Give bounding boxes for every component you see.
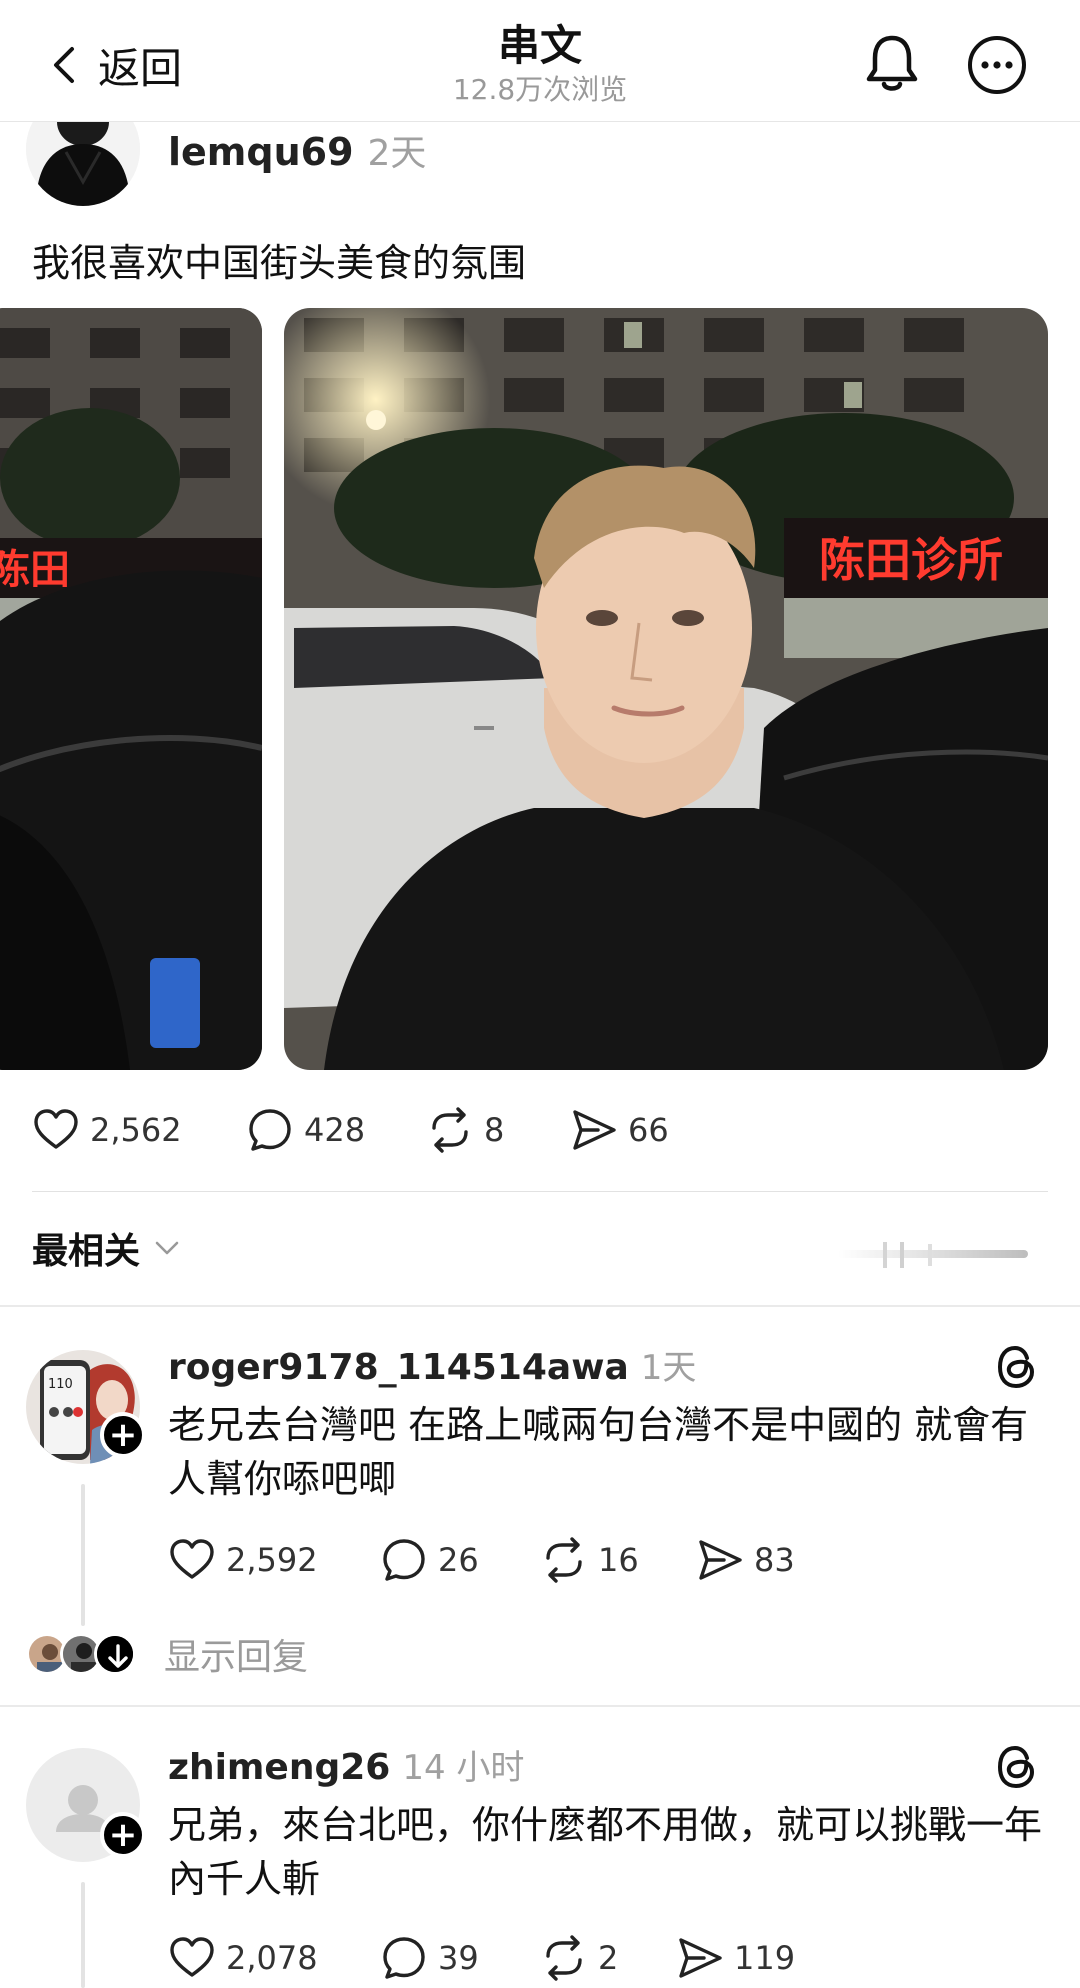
repost-button[interactable]: 2 — [540, 1934, 676, 1982]
thread-line — [81, 1882, 85, 1988]
share-button[interactable]: 66 — [570, 1106, 669, 1154]
heart-icon — [170, 1937, 214, 1977]
show-replies-row[interactable]: 显示回复 — [26, 1628, 308, 1680]
threads-logo-icon[interactable] — [994, 1342, 1040, 1392]
share-icon — [679, 1938, 722, 1978]
sort-label: 最相关 — [32, 1231, 141, 1272]
share-count: 83 — [754, 1541, 795, 1579]
post-username[interactable]: lemqu69 — [168, 130, 354, 174]
reply-user-row: zhimeng26 14 小时 — [168, 1740, 524, 1789]
neon-sign: 陈田诊所 — [819, 533, 1003, 587]
section-divider — [0, 1305, 1080, 1307]
comment-button[interactable]: 39 — [380, 1934, 540, 1982]
reply-username[interactable]: roger9178_114514awa — [168, 1347, 629, 1388]
plus-icon: + — [108, 1415, 138, 1455]
share-icon — [699, 1540, 742, 1580]
phone-badge-text: 110 — [48, 1377, 73, 1392]
back-label: 返回 — [98, 43, 183, 93]
reply-actions: 2,592 26 16 83 — [168, 1536, 795, 1584]
chevron-down-icon — [155, 1241, 179, 1255]
comment-count: 428 — [304, 1111, 366, 1149]
thread-line — [81, 1484, 85, 1626]
comment-icon — [383, 1539, 425, 1581]
follow-button[interactable]: + — [100, 1812, 146, 1858]
follow-button[interactable]: + — [100, 1412, 146, 1458]
reply-actions: 2,078 39 2 119 — [168, 1934, 795, 1982]
post-time: 2天 — [367, 133, 427, 174]
arrow-down-icon — [94, 1633, 136, 1675]
chevron-left-icon — [54, 47, 74, 83]
comment-icon — [383, 1937, 425, 1979]
reply-text: 兄弟，來台北吧，你什麼都不用做，就可以挑戰一年內千人斬 — [168, 1803, 1043, 1901]
share-icon — [573, 1110, 616, 1150]
more-icon[interactable] — [966, 34, 1028, 96]
reply-text: 老兄去台灣吧 在路上喊兩句台灣不是中國的 就會有人幫你㖭吧唧 — [168, 1403, 1029, 1501]
section-divider — [0, 1705, 1080, 1707]
divider — [32, 1191, 1048, 1192]
reply-time: 1天 — [640, 1348, 697, 1388]
comment-button[interactable]: 428 — [246, 1106, 426, 1154]
reply-user-row: roger9178_114514awa 1天 — [168, 1340, 696, 1389]
comment-button[interactable]: 26 — [380, 1536, 540, 1584]
reply-username[interactable]: zhimeng26 — [168, 1747, 390, 1788]
person-icon — [68, 1785, 98, 1815]
comment-icon — [249, 1109, 291, 1151]
heart-icon — [170, 1539, 214, 1579]
comment-count: 26 — [438, 1541, 479, 1579]
post-image-2[interactable]: 陈田诊所 — [284, 308, 1048, 1070]
bell-icon[interactable] — [862, 32, 922, 96]
like-count: 2,592 — [226, 1541, 318, 1579]
repost-icon — [546, 1537, 582, 1583]
like-count: 2,562 — [90, 1111, 182, 1149]
post-author-row: lemqu69 2天 — [168, 124, 426, 176]
threads-logo-icon[interactable] — [994, 1742, 1040, 1792]
post-actions: 2,562 428 8 66 — [32, 1106, 669, 1154]
share-count: 119 — [734, 1939, 796, 1977]
repost-button[interactable]: 8 — [426, 1106, 570, 1154]
back-button[interactable]: 返回 — [44, 30, 182, 100]
share-button[interactable]: 119 — [676, 1934, 795, 1982]
top-bar: 返回 串文 12.8万次浏览 — [0, 0, 1080, 122]
like-button[interactable]: 2,078 — [168, 1934, 380, 1982]
like-button[interactable]: 2,562 — [32, 1106, 246, 1154]
post-text: 我很喜欢中国街头美食的氛围 — [32, 241, 527, 285]
repost-button[interactable]: 16 — [540, 1536, 696, 1584]
blurred-element — [838, 1242, 1028, 1268]
repost-count: 2 — [598, 1939, 619, 1977]
like-button[interactable]: 2,592 — [168, 1536, 380, 1584]
repost-count: 16 — [598, 1541, 639, 1579]
share-button[interactable]: 83 — [696, 1536, 795, 1584]
plus-icon: + — [108, 1815, 138, 1855]
repost-count: 8 — [484, 1111, 505, 1149]
sort-dropdown[interactable]: 最相关 — [32, 1222, 182, 1274]
repost-icon — [546, 1935, 582, 1981]
heart-icon — [34, 1109, 78, 1149]
neon-sign-left: 陈田 — [0, 547, 70, 593]
like-count: 2,078 — [226, 1939, 318, 1977]
reply-time: 14 小时 — [402, 1748, 525, 1788]
comment-count: 39 — [438, 1939, 479, 1977]
repost-icon — [432, 1107, 468, 1153]
share-count: 66 — [628, 1111, 669, 1149]
post-image-1[interactable]: 陈田 — [0, 308, 262, 1070]
show-replies-label[interactable]: 显示回复 — [164, 1628, 308, 1680]
